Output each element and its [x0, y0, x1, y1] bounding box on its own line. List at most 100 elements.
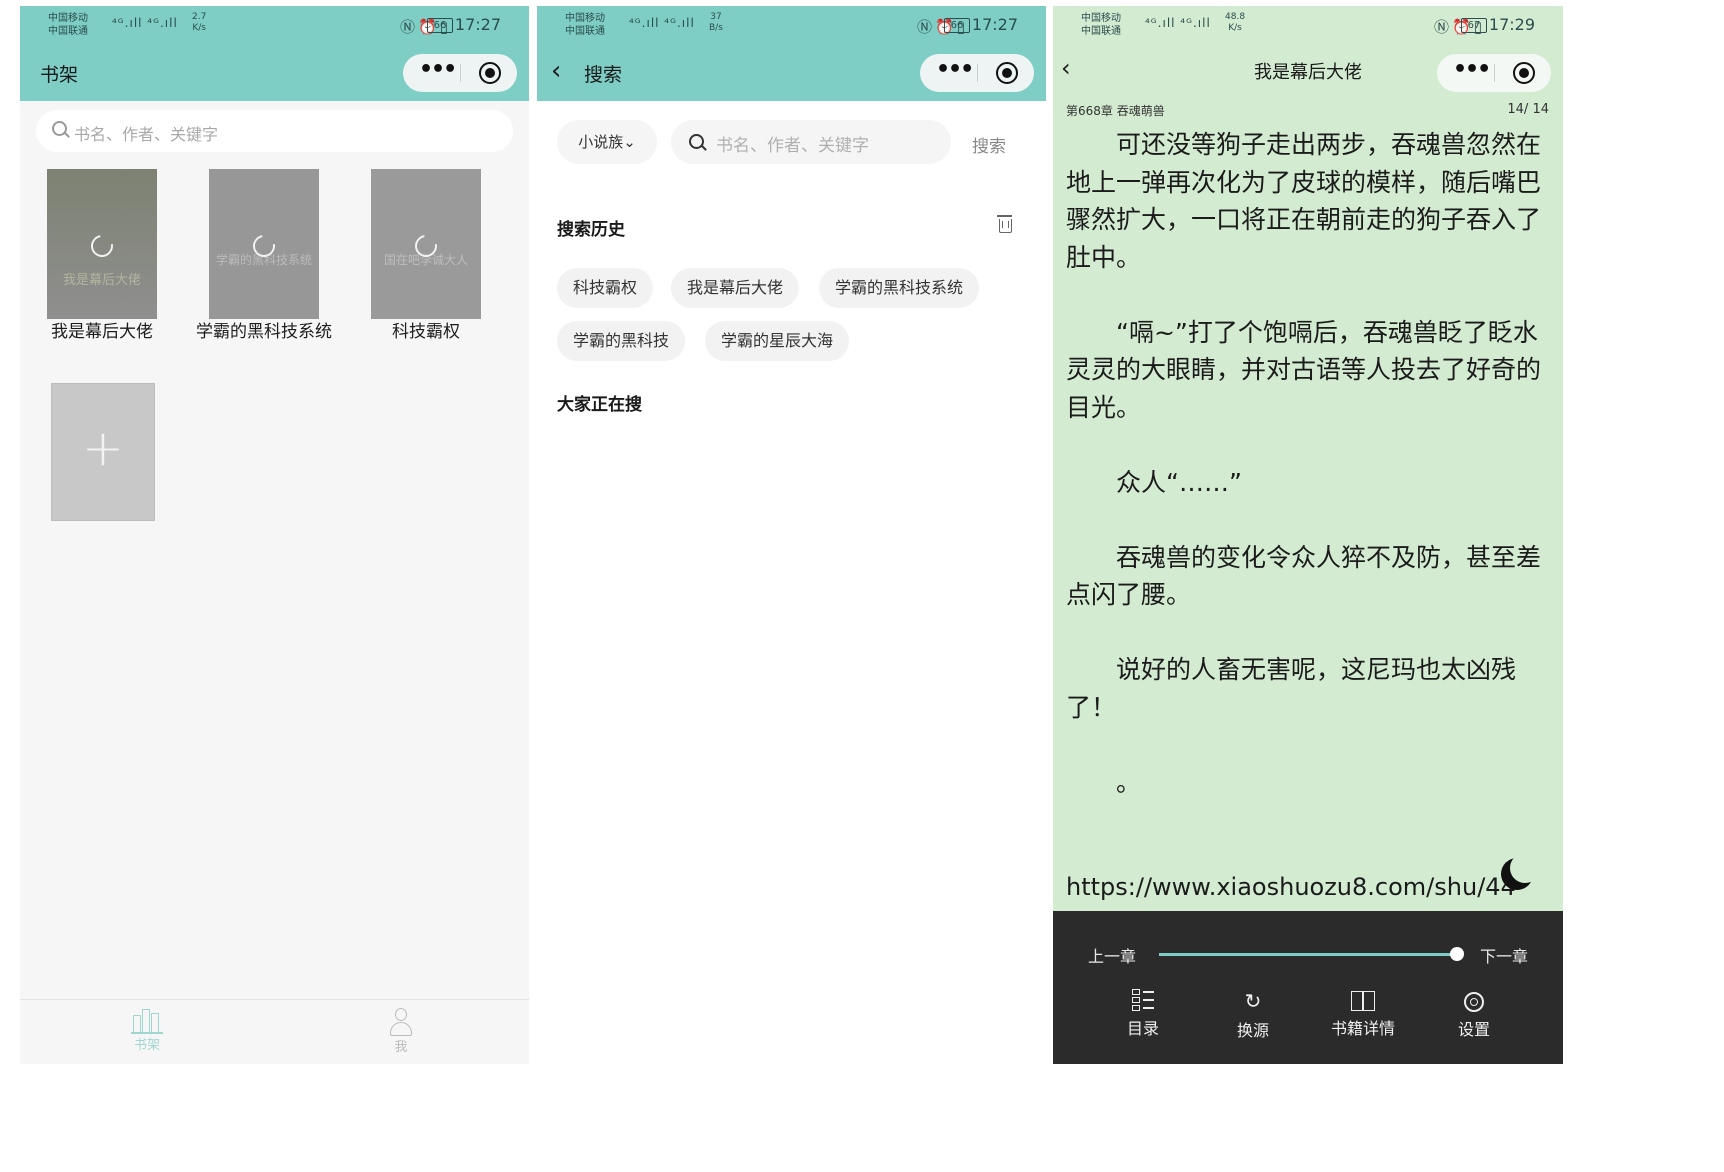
paragraph: 吞魂兽的变化令众人猝不及防，甚至差点闪了腰。	[1066, 542, 1542, 610]
search-icon	[52, 121, 67, 136]
battery-icon: 66	[944, 18, 970, 33]
trending-title: 大家正在搜	[557, 395, 642, 415]
more-icon[interactable]: •••	[936, 54, 974, 92]
clock: 17:27	[454, 15, 501, 34]
tab-label: 书架	[133, 1038, 160, 1053]
close-target-icon[interactable]	[479, 62, 501, 84]
signal-icon: ⁴ᴳ.ıll ⁴ᴳ.ıll	[1145, 16, 1211, 30]
reader-top-bar: 中国移动 中国联通 ⁴ᴳ.ıll ⁴ᴳ.ıll 48.8 K/s Ⓝ⏰▯ 67 …	[1053, 6, 1563, 98]
carrier-1: 中国移动	[565, 13, 605, 24]
slider-handle[interactable]	[1450, 947, 1464, 961]
reader-control-panel: 上一章 下一章 目录 ↻ 换源 书籍详情 设置	[1053, 911, 1563, 1064]
tab-me[interactable]: 我	[371, 1008, 431, 1056]
book-detail-icon	[1351, 991, 1375, 1011]
change-source-button[interactable]: ↻ 换源	[1208, 989, 1298, 1041]
bookshelf-screen: 中国移动 中国联通 ⁴ᴳ.ıll ⁴ᴳ.ıll 2.7 K/s Ⓝ⏰▯ 66 1…	[20, 6, 529, 1064]
search-placeholder: 书名、作者、关键字	[716, 136, 869, 156]
close-target-icon[interactable]	[1513, 62, 1535, 84]
bookshelf-icon	[131, 1008, 163, 1034]
carrier-2: 中国联通	[565, 26, 605, 37]
tab-bar: 书架 我	[20, 999, 529, 1064]
book-cover[interactable]: 学霸的黑科技系统	[209, 169, 319, 319]
close-target-icon[interactable]	[996, 62, 1018, 84]
network-speed: 37 B/s	[709, 12, 723, 33]
network-speed: 2.7 K/s	[192, 12, 207, 33]
category-dropdown[interactable]: 小说族⌄	[557, 120, 657, 164]
page-title: 书架	[40, 64, 79, 86]
search-placeholder: 书名、作者、关键字	[74, 125, 219, 144]
reader-content[interactable]: 可还没等狗子走出两步，吞魂兽忽然在地上一弹再次化为了皮球的模样，随后嘴巴骤然扩大…	[1066, 126, 1551, 849]
page-title: 搜索	[584, 64, 623, 86]
search-icon	[689, 134, 704, 149]
next-chapter-button[interactable]: 下一章	[1480, 943, 1528, 967]
book-detail-button[interactable]: 书籍详情	[1318, 989, 1408, 1039]
search-history-title: 搜索历史	[557, 220, 625, 240]
carrier-2: 中国联通	[48, 26, 88, 37]
page-indicator: 14/ 14	[1507, 102, 1549, 117]
plus-icon: +	[82, 419, 124, 477]
battery-icon: 66	[427, 18, 453, 33]
mini-program-capsule: •••	[403, 54, 517, 92]
book-title[interactable]: 我是幕后大佬	[27, 319, 177, 345]
add-book-button[interactable]: +	[51, 383, 155, 521]
prev-chapter-button[interactable]: 上一章	[1088, 943, 1136, 967]
tab-bookshelf[interactable]: 书架	[117, 1008, 177, 1054]
nfc-icon: Ⓝ	[400, 18, 419, 36]
nfc-icon: Ⓝ	[1434, 18, 1453, 36]
capsule-divider	[977, 64, 978, 82]
loading-spinner-icon	[86, 230, 118, 262]
book-cover[interactable]: 国在吧李诚大人	[371, 169, 481, 319]
book-title[interactable]: 科技霸权	[351, 319, 501, 345]
history-chip[interactable]: 学霸的星辰大海	[705, 321, 850, 361]
paragraph: 众人“……”	[1116, 467, 1242, 497]
carrier-names: 中国移动 中国联通	[48, 12, 88, 38]
search-input[interactable]: 书名、作者、关键字	[36, 110, 513, 152]
reader-screen: 中国移动 中国联通 ⁴ᴳ.ıll ⁴ᴳ.ıll 48.8 K/s Ⓝ⏰▯ 67 …	[1053, 6, 1563, 1064]
paragraph: “嗝~”打了个饱嗝后，吞魂兽眨了眨水灵灵的大眼睛，并对古语等人投去了好奇的目光。	[1066, 317, 1542, 422]
more-icon[interactable]: •••	[419, 54, 457, 92]
status-bar: 中国移动 中国联通 ⁴ᴳ.ıll ⁴ᴳ.ıll 37 B/s Ⓝ⏰▯ 66 17…	[537, 6, 1046, 46]
nav-bar: 中国移动 中国联通 ⁴ᴳ.ıll ⁴ᴳ.ıll 37 B/s Ⓝ⏰▯ 66 17…	[537, 6, 1046, 101]
signal-icon: ⁴ᴳ.ıll ⁴ᴳ.ıll	[629, 16, 695, 30]
nfc-icon: Ⓝ	[917, 18, 936, 36]
more-icon[interactable]: •••	[1453, 54, 1491, 92]
book-cover[interactable]: 我是幕后大佬	[47, 169, 157, 319]
status-bar: 中国移动 中国联通 ⁴ᴳ.ıll ⁴ᴳ.ıll 2.7 K/s Ⓝ⏰▯ 66 1…	[20, 6, 529, 46]
history-chip[interactable]: 学霸的黑科技	[557, 321, 686, 361]
paragraph: 可还没等狗子走出两步，吞魂兽忽然在地上一弹再次化为了皮球的模样，随后嘴巴骤然扩大…	[1066, 130, 1542, 272]
search-screen: 中国移动 中国联通 ⁴ᴳ.ıll ⁴ᴳ.ıll 37 B/s Ⓝ⏰▯ 66 17…	[537, 6, 1046, 1064]
paragraph: 。	[1116, 767, 1142, 797]
mini-program-capsule: •••	[1437, 54, 1551, 92]
catalog-button[interactable]: 目录	[1098, 989, 1188, 1039]
catalog-icon	[1132, 989, 1154, 1011]
carrier-names: 中国移动 中国联通	[565, 12, 605, 38]
person-icon	[387, 1008, 415, 1036]
carrier-2: 中国联通	[1081, 26, 1121, 37]
carrier-names: 中国移动 中国联通	[1081, 12, 1121, 38]
history-chip[interactable]: 学霸的黑科技系统	[819, 268, 980, 308]
battery-icon: 67	[1461, 18, 1487, 33]
book-title[interactable]: 学霸的黑科技系统	[189, 319, 339, 345]
signal-icon: ⁴ᴳ.ıll ⁴ᴳ.ıll	[112, 16, 178, 30]
capsule-divider	[460, 64, 461, 82]
chapter-progress-slider[interactable]	[1159, 947, 1464, 961]
tab-label: 我	[394, 1040, 408, 1055]
carrier-1: 中国移动	[1081, 13, 1121, 24]
back-icon[interactable]: ‹	[551, 56, 561, 86]
clock: 17:29	[1488, 15, 1535, 34]
history-chip[interactable]: 我是幕后大佬	[671, 268, 800, 308]
mini-program-capsule: •••	[920, 54, 1034, 92]
nav-bar: 中国移动 中国联通 ⁴ᴳ.ıll ⁴ᴳ.ıll 2.7 K/s Ⓝ⏰▯ 66 1…	[20, 6, 529, 101]
settings-button[interactable]: 设置	[1429, 989, 1519, 1040]
network-speed: 48.8 K/s	[1225, 12, 1246, 33]
search-input[interactable]: 书名、作者、关键字	[671, 120, 951, 164]
settings-icon	[1464, 992, 1484, 1012]
search-button[interactable]: 搜索	[972, 132, 1006, 157]
night-mode-moon-icon[interactable]	[1501, 853, 1540, 890]
status-bar: 中国移动 中国联通 ⁴ᴳ.ıll ⁴ᴳ.ıll 48.8 K/s Ⓝ⏰▯ 67 …	[1053, 6, 1563, 46]
trash-icon[interactable]	[997, 215, 1012, 233]
clock: 17:27	[971, 15, 1018, 34]
paragraph: 说好的人畜无害呢，这尼玛也太凶残了！	[1066, 655, 1517, 722]
chapter-label: 第668章 吞魂萌兽	[1066, 104, 1165, 118]
history-chip[interactable]: 科技霸权	[557, 268, 654, 308]
